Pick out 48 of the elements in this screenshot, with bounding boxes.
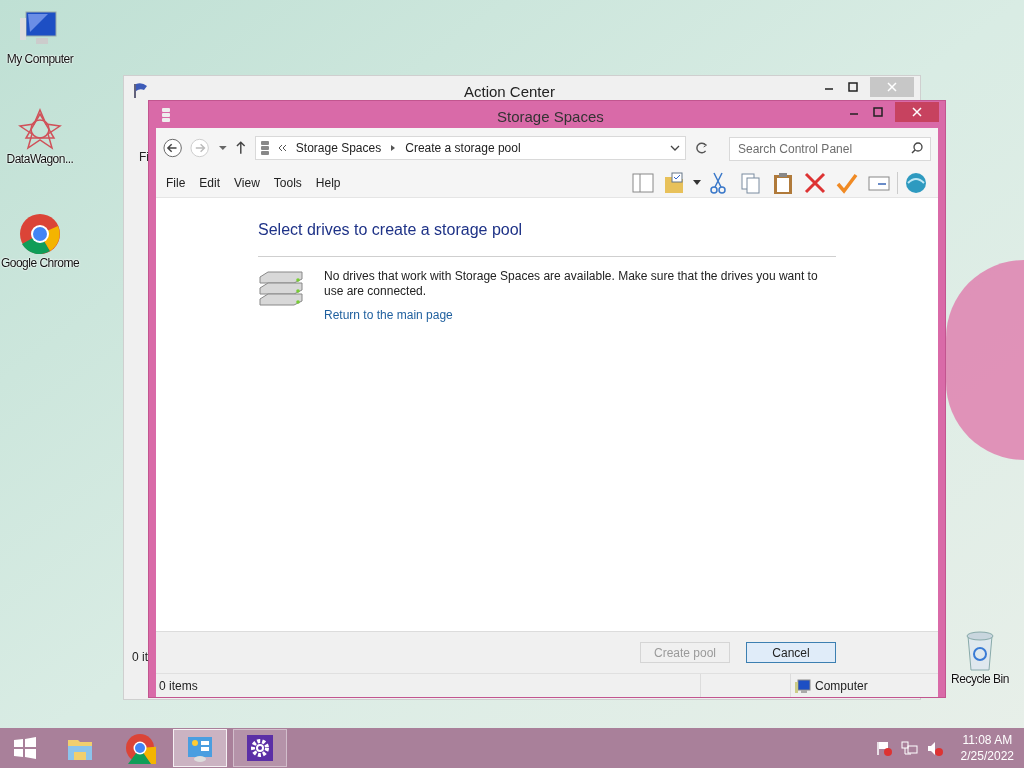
clock-time: 11:08 AM bbox=[962, 732, 1013, 748]
status-zone: Computer bbox=[815, 677, 868, 695]
start-button[interactable] bbox=[14, 737, 36, 759]
desktop-icon-label[interactable]: My Computer bbox=[6, 52, 74, 67]
network-icon[interactable] bbox=[900, 739, 918, 757]
chrome-icon bbox=[124, 732, 156, 764]
menu-item[interactable]: Fi bbox=[139, 148, 149, 166]
desktop-icon-label[interactable]: Recycle Bin bbox=[951, 672, 1009, 687]
close-button[interactable] bbox=[895, 102, 939, 122]
back-button[interactable] bbox=[163, 138, 183, 158]
delete-x-icon[interactable] bbox=[803, 170, 827, 195]
star-pattern-icon bbox=[18, 108, 62, 152]
window-title: Action Center bbox=[464, 82, 555, 102]
menu-item[interactable]: Help bbox=[308, 173, 348, 192]
main-page-link[interactable]: Return to the main page bbox=[324, 306, 453, 324]
settings-icon bbox=[244, 732, 276, 764]
menu-item[interactable]: Edit bbox=[192, 173, 228, 192]
desktop-icon-label[interactable]: Google Chrome bbox=[0, 256, 80, 271]
up-arrow-icon[interactable] bbox=[235, 140, 247, 156]
breadcrumb-item[interactable]: Create a storage pool bbox=[405, 139, 521, 157]
dropdown-caret-icon[interactable] bbox=[217, 144, 228, 152]
window-title: Storage Spaces bbox=[497, 107, 604, 127]
status-text: 0 it bbox=[132, 649, 148, 666]
menu-item[interactable]: File bbox=[159, 173, 193, 192]
clipboard-icon[interactable] bbox=[771, 170, 795, 195]
page-heading: Select drives to create a storage pool bbox=[258, 220, 524, 240]
dialog-button[interactable]: Cancel bbox=[746, 642, 836, 663]
clock-date: 2/25/2022 bbox=[960, 748, 1014, 764]
computer-icon bbox=[794, 677, 811, 694]
storage-icon bbox=[259, 140, 270, 156]
maximize-button[interactable] bbox=[846, 80, 860, 94]
menu-item[interactable]: Tools bbox=[266, 173, 309, 192]
flag-icon bbox=[132, 82, 148, 98]
menu-item[interactable]: View bbox=[227, 173, 267, 192]
storage-icon bbox=[160, 106, 172, 123]
desktop-icon-label[interactable]: DataWagon... bbox=[6, 152, 74, 167]
status-text: 0 items bbox=[159, 677, 198, 695]
breadcrumb-item[interactable]: Storage Spaces bbox=[295, 139, 382, 157]
layout-pane-icon[interactable] bbox=[631, 170, 655, 195]
search-icon bbox=[911, 141, 923, 154]
maximize-button[interactable] bbox=[871, 105, 885, 119]
dropdown-caret-icon[interactable] bbox=[668, 143, 681, 153]
overflow-chevron-icon[interactable] bbox=[277, 143, 288, 153]
action-center-flag-icon[interactable] bbox=[875, 739, 893, 757]
search-field[interactable]: Search Control Panel bbox=[729, 136, 931, 161]
info-message: No drives that work with Storage Spaces are available. Make sure that the drives you want to use are connected. bbox=[324, 269, 819, 299]
chrome-icon bbox=[18, 212, 62, 256]
address-bar[interactable]: Storage Spaces Create a storage pool bbox=[254, 136, 686, 160]
